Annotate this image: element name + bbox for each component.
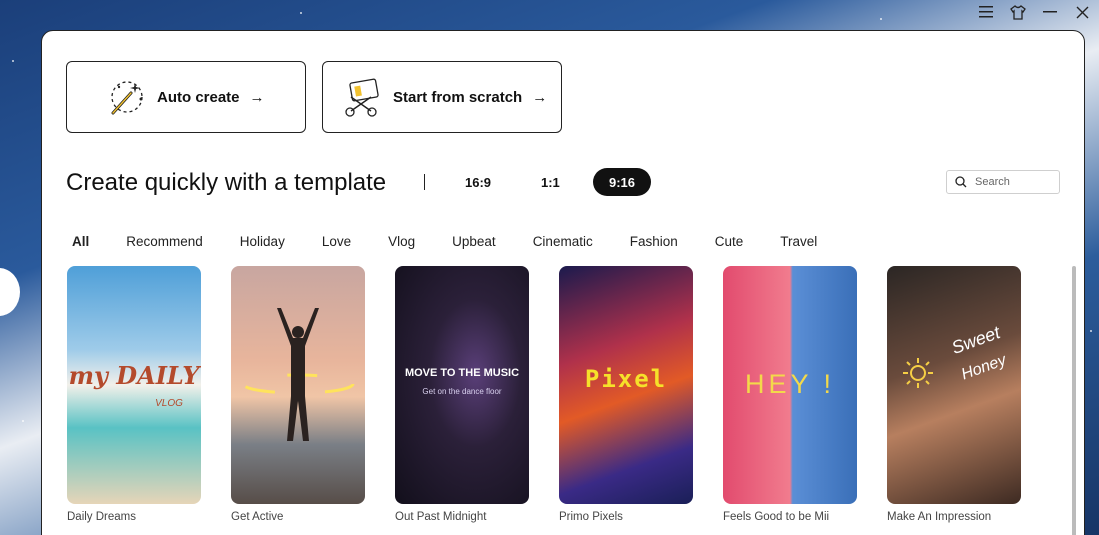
background-star bbox=[12, 60, 14, 62]
thumbnail-overlay-text: my DAILY bbox=[68, 361, 200, 390]
category-tabs: All Recommend Holiday Love Vlog Upbeat C… bbox=[66, 234, 848, 249]
sun-icon bbox=[903, 358, 933, 388]
template-thumbnail: MOVE TO THE MUSIC Get on the dance floor bbox=[395, 266, 529, 504]
ratio-9-16[interactable]: 9:16 bbox=[593, 168, 652, 196]
shirt-icon[interactable] bbox=[1009, 3, 1027, 21]
tab-all[interactable]: All bbox=[66, 234, 95, 249]
thumbnail-overlay-text: HEY ! bbox=[744, 369, 836, 399]
template-card[interactable]: Sweet Honey Make An Impression bbox=[887, 266, 1021, 523]
tab-vlog[interactable]: Vlog bbox=[382, 234, 421, 249]
template-title: Primo Pixels bbox=[559, 511, 623, 523]
template-card[interactable]: Get Active bbox=[231, 266, 365, 523]
page-title: Create quickly with a template bbox=[66, 169, 387, 196]
arrow-right-icon: → bbox=[249, 88, 265, 106]
template-card[interactable]: Pixel Primo Pixels bbox=[559, 266, 693, 523]
template-thumbnail: Sweet Honey bbox=[887, 266, 1021, 504]
scrollbar[interactable] bbox=[1072, 266, 1076, 535]
start-from-scratch-button[interactable]: Start from scratch → bbox=[322, 61, 562, 133]
template-thumbnail: Pixel bbox=[559, 266, 693, 504]
thumbnail-overlay-subtext: Get on the dance floor bbox=[422, 387, 502, 396]
minimize-icon[interactable] bbox=[1041, 3, 1059, 21]
tab-love[interactable]: Love bbox=[316, 234, 357, 249]
background-decoration bbox=[0, 268, 20, 316]
film-scissors-icon bbox=[345, 78, 379, 117]
magic-wand-icon bbox=[111, 81, 143, 115]
background-star bbox=[300, 12, 302, 14]
start-from-scratch-label: Start from scratch bbox=[393, 88, 523, 106]
tab-cute[interactable]: Cute bbox=[709, 234, 750, 249]
create-panel: Auto create → Start from scratch → Creat… bbox=[41, 30, 1085, 535]
template-title: Out Past Midnight bbox=[395, 511, 487, 523]
auto-create-button[interactable]: Auto create → bbox=[66, 61, 306, 133]
window-controls bbox=[977, 3, 1091, 21]
search-icon bbox=[955, 176, 967, 188]
template-card[interactable]: MOVE TO THE MUSIC Get on the dance floor… bbox=[395, 266, 529, 523]
divider bbox=[424, 174, 425, 190]
tab-holiday[interactable]: Holiday bbox=[234, 234, 291, 249]
thumbnail-overlay-subtext: VLOG bbox=[155, 398, 183, 409]
search-input[interactable] bbox=[975, 176, 1055, 188]
template-grid: my DAILY VLOG Daily Dreams Get Active MO… bbox=[67, 266, 1051, 523]
tab-travel[interactable]: Travel bbox=[774, 234, 823, 249]
template-thumbnail bbox=[231, 266, 365, 504]
template-title: Get Active bbox=[231, 511, 284, 523]
close-icon[interactable] bbox=[1073, 3, 1091, 21]
template-thumbnail: HEY ! bbox=[723, 266, 857, 504]
background-star bbox=[1090, 330, 1092, 332]
thumbnail-overlay-text: MOVE TO THE MUSIC bbox=[404, 367, 520, 379]
template-title: Make An Impression bbox=[887, 511, 992, 523]
template-card[interactable]: HEY ! Feels Good to be Mii bbox=[723, 266, 857, 523]
tab-recommend[interactable]: Recommend bbox=[120, 234, 209, 249]
background-star bbox=[22, 420, 24, 422]
tab-fashion[interactable]: Fashion bbox=[624, 234, 684, 249]
template-thumbnail: my DAILY VLOG bbox=[67, 266, 201, 504]
template-title: Daily Dreams bbox=[67, 511, 137, 523]
template-title: Feels Good to be Mii bbox=[723, 511, 830, 523]
template-card[interactable]: my DAILY VLOG Daily Dreams bbox=[67, 266, 201, 523]
ratio-16-9[interactable]: 16:9 bbox=[449, 168, 507, 196]
background-star bbox=[880, 18, 882, 20]
tab-upbeat[interactable]: Upbeat bbox=[446, 234, 502, 249]
thumbnail-overlay-text: Pixel bbox=[584, 365, 668, 393]
silhouette-figure bbox=[241, 308, 355, 441]
auto-create-label: Auto create bbox=[157, 88, 240, 106]
arrow-right-icon: → bbox=[532, 88, 548, 106]
ratio-1-1[interactable]: 1:1 bbox=[525, 168, 576, 196]
tab-cinematic[interactable]: Cinematic bbox=[527, 234, 599, 249]
search-box[interactable] bbox=[946, 170, 1060, 194]
menu-icon[interactable] bbox=[977, 3, 995, 21]
